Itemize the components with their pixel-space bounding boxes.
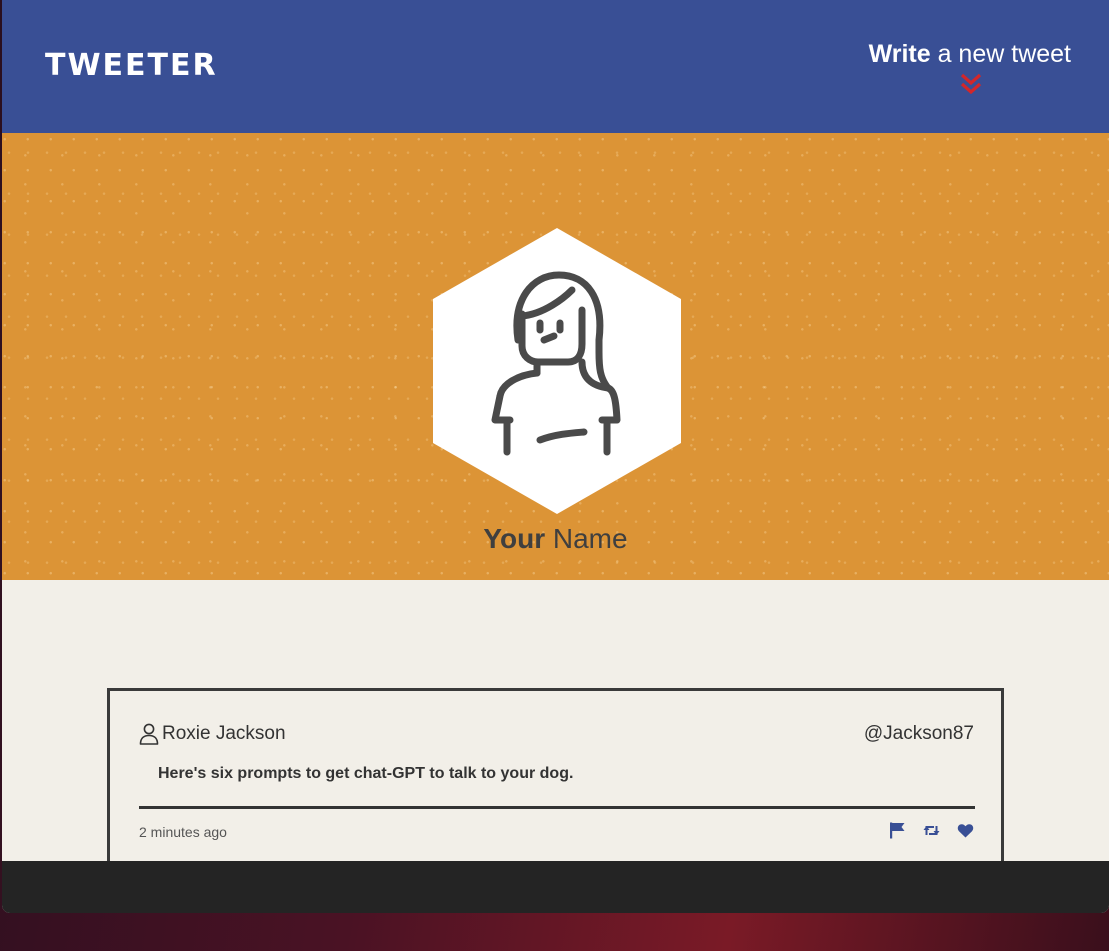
profile-name-last: Name (545, 523, 628, 554)
tweet-user: Roxie Jackson (139, 720, 286, 748)
footer-bar (2, 861, 1109, 913)
tweet-user-name: Roxie Jackson (162, 723, 286, 744)
tweet-handle: @Jackson87 (863, 723, 974, 744)
tweet-actions (872, 822, 974, 839)
tweet-text: Here's six prompts to get chat-GPT to ta… (158, 765, 574, 782)
brand-logo[interactable]: TWEETER (45, 44, 218, 88)
flag-icon[interactable] (889, 822, 906, 839)
tweet-divider (139, 806, 975, 809)
page: TWEETER Write a new tweet Your Name Roxi… (2, 0, 1109, 913)
heart-icon[interactable] (957, 822, 974, 839)
navbar: TWEETER Write a new tweet (2, 0, 1109, 133)
profile-header: Your Name (2, 133, 1109, 580)
double-chevron-down-icon[interactable] (959, 72, 983, 96)
write-link-bold: Write (868, 40, 931, 68)
user-icon (139, 723, 159, 745)
retweet-icon[interactable] (923, 822, 940, 839)
write-link-rest: a new tweet (930, 40, 1071, 68)
profile-name-first: Your (483, 523, 546, 554)
avatar (433, 228, 681, 514)
tweet-timestamp: 2 minutes ago (139, 824, 227, 840)
write-new-tweet-link[interactable]: Write a new tweet (851, 34, 1071, 74)
profile-name: Your Name (2, 519, 1109, 559)
